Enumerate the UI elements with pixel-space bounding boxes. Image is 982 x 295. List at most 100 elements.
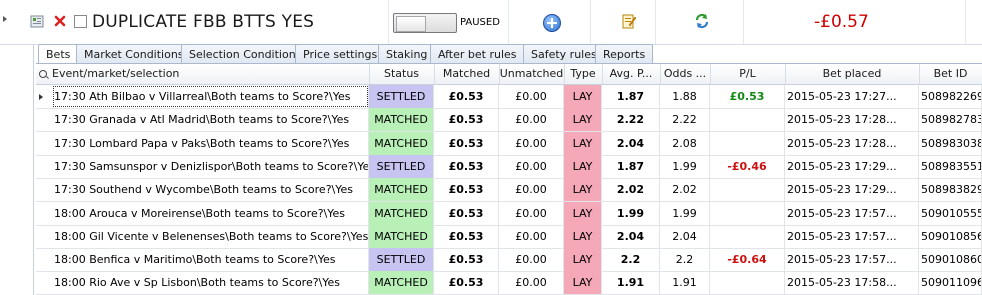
- cell-event[interactable]: 17:30 Southend v Wycombe\Both teams to S…: [52, 178, 369, 202]
- cell-pl: £0.53: [710, 85, 785, 108]
- grid-header: Event/market/selection Status Matched Un…: [36, 64, 982, 85]
- cell-avg-price: 2.2: [602, 248, 660, 272]
- cell-type: LAY: [564, 224, 602, 248]
- col-bet-placed[interactable]: Bet placed: [785, 64, 920, 84]
- cell-event[interactable]: 18:00 Benfica v Maritimo\Both teams to S…: [52, 248, 369, 272]
- cell-matched: £0.53: [434, 248, 499, 272]
- cell-matched: £0.53: [434, 131, 499, 155]
- divider: [965, 0, 966, 44]
- add-icon[interactable]: [543, 14, 561, 32]
- cell-type: LAY: [564, 108, 602, 132]
- col-odds[interactable]: Odds ...: [660, 64, 711, 84]
- table-row[interactable]: 18:00 Rio Ave v Sp Lisbon\Both teams to …: [36, 271, 982, 295]
- table-row[interactable]: 18:00 Benfica v Maritimo\Both teams to S…: [36, 248, 982, 273]
- strategy-status: PAUSED: [460, 17, 500, 28]
- table-row[interactable]: 17:30 Southend v Wycombe\Both teams to S…: [36, 178, 982, 203]
- col-type[interactable]: Type: [564, 64, 603, 84]
- tab-after-bet-rules[interactable]: After bet rules: [430, 44, 525, 64]
- cell-odds: 1.88: [660, 85, 710, 108]
- cell-event[interactable]: 17:30 Granada v Atl Madrid\Both teams to…: [52, 108, 369, 132]
- cell-pl: [710, 271, 785, 295]
- cell-odds: 2.04: [660, 224, 710, 248]
- cell-event[interactable]: 17:30 Lombard Papa v Paks\Both teams to …: [52, 131, 369, 155]
- strategy-checkbox[interactable]: [74, 15, 87, 28]
- cell-bet-id: 50901109604: [919, 271, 982, 295]
- tab-price-settings[interactable]: Price settings: [295, 44, 386, 64]
- cell-pl: [710, 224, 785, 248]
- cell-bet-id: 50898278322: [919, 108, 982, 132]
- cell-matched: £0.53: [434, 178, 499, 202]
- cell-event[interactable]: 18:00 Rio Ave v Sp Lisbon\Both teams to …: [52, 271, 369, 295]
- cell-status: MATCHED: [369, 201, 434, 225]
- cell-bet-placed: 2015-05-23 17:28...: [785, 108, 919, 132]
- col-unmatched[interactable]: Unmatched: [499, 64, 565, 84]
- cell-event[interactable]: 17:30 Ath Bilbao v Villarreal\Both teams…: [52, 85, 369, 108]
- cell-bet-id: 50898226986: [919, 85, 982, 108]
- cell-unmatched: £0.00: [499, 271, 564, 295]
- cell-event[interactable]: 18:00 Arouca v Moreirense\Both teams to …: [52, 201, 369, 225]
- col-avg-price[interactable]: Avg. P...: [602, 64, 661, 84]
- col-matched[interactable]: Matched: [434, 64, 500, 84]
- col-status[interactable]: Status: [369, 64, 435, 84]
- tree-rule: [33, 44, 34, 295]
- filter-search-icon[interactable]: [39, 70, 47, 78]
- col-pl[interactable]: P/L: [710, 64, 786, 84]
- cell-pl: -£0.46: [710, 154, 785, 178]
- table-row[interactable]: 18:00 Arouca v Moreirense\Both teams to …: [36, 201, 982, 226]
- cell-bet-placed: 2015-05-23 17:57...: [785, 224, 919, 248]
- cell-bet-id: 50901055507: [919, 201, 982, 225]
- cell-avg-price: 1.87: [602, 85, 660, 108]
- table-row[interactable]: 17:30 Ath Bilbao v Villarreal\Both teams…: [36, 85, 982, 109]
- cell-unmatched: £0.00: [499, 248, 564, 272]
- cell-unmatched: £0.00: [499, 154, 564, 178]
- cell-status: MATCHED: [369, 271, 434, 295]
- cell-status: MATCHED: [369, 178, 434, 202]
- edit-icon[interactable]: [622, 13, 636, 29]
- cell-event[interactable]: 18:00 Gil Vicente v Belenenses\Both team…: [52, 224, 369, 248]
- cell-matched: £0.53: [434, 154, 499, 178]
- row-selector-caret-icon: [39, 94, 43, 100]
- cell-type: LAY: [564, 271, 602, 295]
- tab-bets[interactable]: Bets: [38, 44, 79, 65]
- table-row[interactable]: 18:00 Gil Vicente v Belenenses\Both team…: [36, 224, 982, 249]
- table-row[interactable]: 17:30 Samsunspor v Denizlispor\Both team…: [36, 154, 982, 179]
- table-row[interactable]: 17:30 Lombard Papa v Paks\Both teams to …: [36, 131, 982, 156]
- cell-pl: [710, 108, 785, 132]
- cell-pl: [710, 201, 785, 225]
- refresh-icon[interactable]: [694, 13, 710, 29]
- cell-bet-placed: 2015-05-23 17:57...: [785, 248, 919, 272]
- delete-x-icon[interactable]: [53, 14, 67, 28]
- divider: [508, 0, 509, 44]
- cell-matched: £0.53: [434, 224, 499, 248]
- cell-event[interactable]: 17:30 Samsunspor v Denizlispor\Both team…: [52, 154, 369, 178]
- cell-unmatched: £0.00: [499, 201, 564, 225]
- toggle-knob[interactable]: [396, 16, 426, 32]
- tab-selection-conditions[interactable]: Selection Conditions: [181, 44, 310, 64]
- col-event[interactable]: Event/market/selection: [52, 64, 370, 84]
- play-icon[interactable]: [30, 14, 44, 28]
- cell-status: SETTLED: [369, 154, 434, 178]
- table-row[interactable]: 17:30 Granada v Atl Madrid\Both teams to…: [36, 108, 982, 133]
- expand-caret-icon[interactable]: [3, 16, 7, 22]
- divider: [743, 0, 744, 44]
- cell-odds: 1.99: [660, 154, 710, 178]
- cell-status: SETTLED: [369, 85, 434, 108]
- strategy-row[interactable]: DUPLICATE FBB BTTS YES PAUSED -£0.57: [0, 0, 982, 45]
- divider: [590, 0, 591, 44]
- tab-reports[interactable]: Reports: [595, 44, 654, 64]
- cell-pl: [710, 178, 785, 202]
- cell-odds: 2.22: [660, 108, 710, 132]
- pause-toggle[interactable]: [393, 13, 457, 33]
- tab-safety-rules[interactable]: Safety rules: [523, 44, 605, 64]
- cell-odds: 1.99: [660, 201, 710, 225]
- cell-bet-id: 50898382920: [919, 178, 982, 202]
- cell-bet-placed: 2015-05-23 17:27...: [785, 85, 919, 108]
- tab-market-conditions[interactable]: Market Conditions: [76, 44, 192, 64]
- cell-pl: [710, 131, 785, 155]
- col-bet-id[interactable]: Bet ID: [919, 64, 982, 84]
- cell-bet-id: 50901086065: [919, 248, 982, 272]
- divider: [388, 0, 389, 44]
- cell-matched: £0.53: [434, 271, 499, 295]
- tab-staking[interactable]: Staking: [378, 44, 436, 64]
- cell-bet-placed: 2015-05-23 17:29...: [785, 178, 919, 202]
